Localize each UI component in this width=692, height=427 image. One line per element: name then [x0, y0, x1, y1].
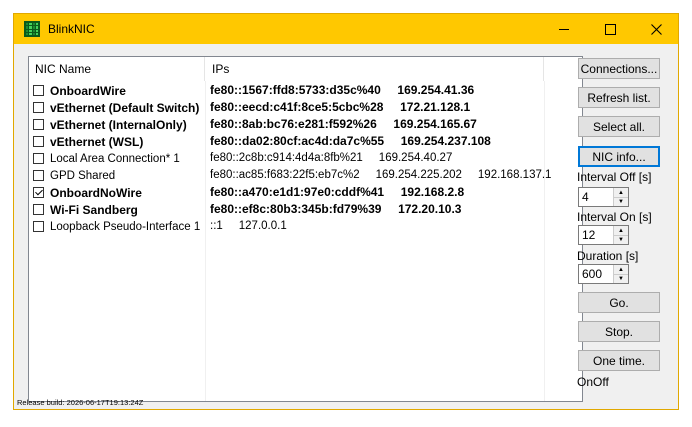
nic-list[interactable]: NIC Name IPs OnboardWire fe80::1567:ffd8:…	[28, 56, 583, 402]
interval-on-label: Interval On [s]	[577, 210, 652, 224]
maximize-icon	[604, 23, 616, 35]
nic-name: vEthernet (InternalOnly)	[50, 117, 187, 132]
nic-ips: fe80::1567:ffd8:5733:d35c%40 169.254.41.…	[210, 83, 475, 97]
column-header-empty	[545, 57, 582, 81]
minimize-icon	[559, 28, 569, 30]
table-row[interactable]: vEthernet (Default Switch) fe80::eecd:c41…	[29, 99, 582, 116]
nic-name: vEthernet (WSL)	[50, 134, 144, 149]
nic-name: Wi-Fi Sandberg	[50, 202, 138, 217]
nic-name-cell: Wi-Fi Sandberg	[33, 201, 138, 218]
nic-name: GPD Shared	[50, 169, 116, 182]
list-rows: OnboardWire fe80::1567:ffd8:5733:d35c%40 …	[29, 82, 582, 235]
nic-name-cell: OnboardWire	[33, 82, 126, 99]
nic-checkbox[interactable]	[33, 136, 44, 147]
interval-on-stepper[interactable]: 12 ▲ ▼	[578, 225, 629, 245]
nic-ips: fe80::ef8c:80b3:345b:fd79%39 172.20.10.3	[210, 202, 462, 216]
nic-checkbox[interactable]	[33, 221, 44, 232]
nic-name: OnboardWire	[50, 83, 126, 98]
nic-name-cell: vEthernet (Default Switch)	[33, 99, 199, 116]
nic-checkbox[interactable]	[33, 170, 44, 181]
nic-name: Loopback Pseudo-Interface 1	[50, 220, 201, 233]
spin-up-icon[interactable]: ▲	[613, 226, 628, 235]
nic-checkbox[interactable]	[33, 119, 44, 130]
nic-info-button[interactable]: NIC info...	[578, 146, 660, 167]
nic-name: OnboardNoWire	[50, 185, 142, 200]
nic-name-cell: vEthernet (WSL)	[33, 133, 143, 150]
close-icon	[650, 23, 662, 35]
nic-name: vEthernet (Default Switch)	[50, 100, 200, 115]
release-build-status: Release build: 2026-06-17T19:13:24Z	[17, 398, 144, 407]
main-window: BlinkNIC NIC Name IPs OnboardWire fe80::1…	[13, 13, 679, 410]
nic-ips: fe80::8ab:bc76:e281:f592%26 169.254.165.…	[210, 117, 477, 131]
nic-ips: fe80::da02:80cf:ac4d:da7c%55 169.254.237…	[210, 134, 491, 148]
nic-name-cell: GPD Shared	[33, 167, 115, 184]
nic-name-cell: OnboardNoWire	[33, 184, 142, 201]
select-all-button[interactable]: Select all.	[578, 116, 660, 137]
connections-button[interactable]: Connections...	[578, 58, 660, 79]
nic-name: Local Area Connection* 1	[50, 152, 180, 165]
nic-ips: fe80::2c8b:c914:4d4a:8fb%21 169.254.40.2…	[210, 152, 453, 164]
interval-on-value: 12	[582, 228, 596, 242]
nic-ips: ::1 127.0.0.1	[210, 220, 287, 232]
app-icon	[24, 21, 40, 37]
table-row[interactable]: OnboardNoWire fe80::a470:e1d1:97e0:cddf%4…	[29, 184, 582, 201]
table-row[interactable]: OnboardWire fe80::1567:ffd8:5733:d35c%40 …	[29, 82, 582, 99]
close-button[interactable]	[633, 14, 679, 44]
spin-down-icon[interactable]: ▼	[613, 235, 628, 244]
table-row[interactable]: vEthernet (InternalOnly) fe80::8ab:bc76:e…	[29, 116, 582, 133]
table-row[interactable]: Wi-Fi Sandberg fe80::ef8c:80b3:345b:fd79%…	[29, 201, 582, 218]
list-header: NIC Name IPs	[29, 57, 582, 81]
nic-ips: fe80::eecd:c41f:8ce5:5cbc%28 172.21.128.…	[210, 100, 471, 114]
nic-checkbox[interactable]	[33, 102, 44, 113]
nic-checkbox[interactable]	[33, 153, 44, 164]
interval-off-value: 4	[582, 190, 589, 204]
nic-ips: fe80::ac85:f683:22f5:eb7c%2 169.254.225.…	[210, 169, 552, 181]
duration-label: Duration [s]	[577, 249, 639, 263]
nic-name-cell: vEthernet (InternalOnly)	[33, 116, 187, 133]
minimize-button[interactable]	[541, 14, 587, 44]
nic-name-cell: Local Area Connection* 1	[33, 150, 180, 167]
maximize-button[interactable]	[587, 14, 633, 44]
column-header-ips[interactable]: IPs	[206, 57, 544, 81]
duration-value: 600	[582, 267, 603, 281]
stop-button[interactable]: Stop.	[578, 321, 660, 342]
spin-up-icon[interactable]: ▲	[613, 265, 628, 274]
spin-down-icon[interactable]: ▼	[613, 274, 628, 283]
table-row[interactable]: Local Area Connection* 1 fe80::2c8b:c914:…	[29, 150, 582, 167]
refresh-list-button[interactable]: Refresh list.	[578, 87, 660, 108]
go-button[interactable]: Go.	[578, 292, 660, 313]
column-header-nic-name[interactable]: NIC Name	[29, 57, 205, 81]
table-row[interactable]: vEthernet (WSL) fe80::da02:80cf:ac4d:da7c…	[29, 133, 582, 150]
one-time-button[interactable]: One time.	[578, 350, 660, 371]
interval-off-label: Interval Off [s]	[577, 170, 652, 184]
window-title: BlinkNIC	[48, 22, 95, 36]
spin-up-icon[interactable]: ▲	[613, 188, 628, 197]
nic-name-cell: Loopback Pseudo-Interface 1	[33, 218, 200, 235]
nic-ips: fe80::a470:e1d1:97e0:cddf%41 192.168.2.8	[210, 185, 465, 199]
nic-checkbox[interactable]	[33, 204, 44, 215]
interval-off-stepper[interactable]: 4 ▲ ▼	[578, 187, 629, 207]
duration-stepper[interactable]: 600 ▲ ▼	[578, 264, 629, 284]
table-row[interactable]: GPD Shared fe80::ac85:f683:22f5:eb7c%2 16…	[29, 167, 582, 184]
title-bar[interactable]: BlinkNIC	[14, 14, 678, 44]
nic-checkbox[interactable]	[33, 187, 44, 198]
nic-checkbox[interactable]	[33, 85, 44, 96]
spin-down-icon[interactable]: ▼	[613, 197, 628, 206]
on-off-status: OnOff	[577, 375, 609, 389]
table-row[interactable]: Loopback Pseudo-Interface 1::1 127.0.0.1	[29, 218, 582, 235]
